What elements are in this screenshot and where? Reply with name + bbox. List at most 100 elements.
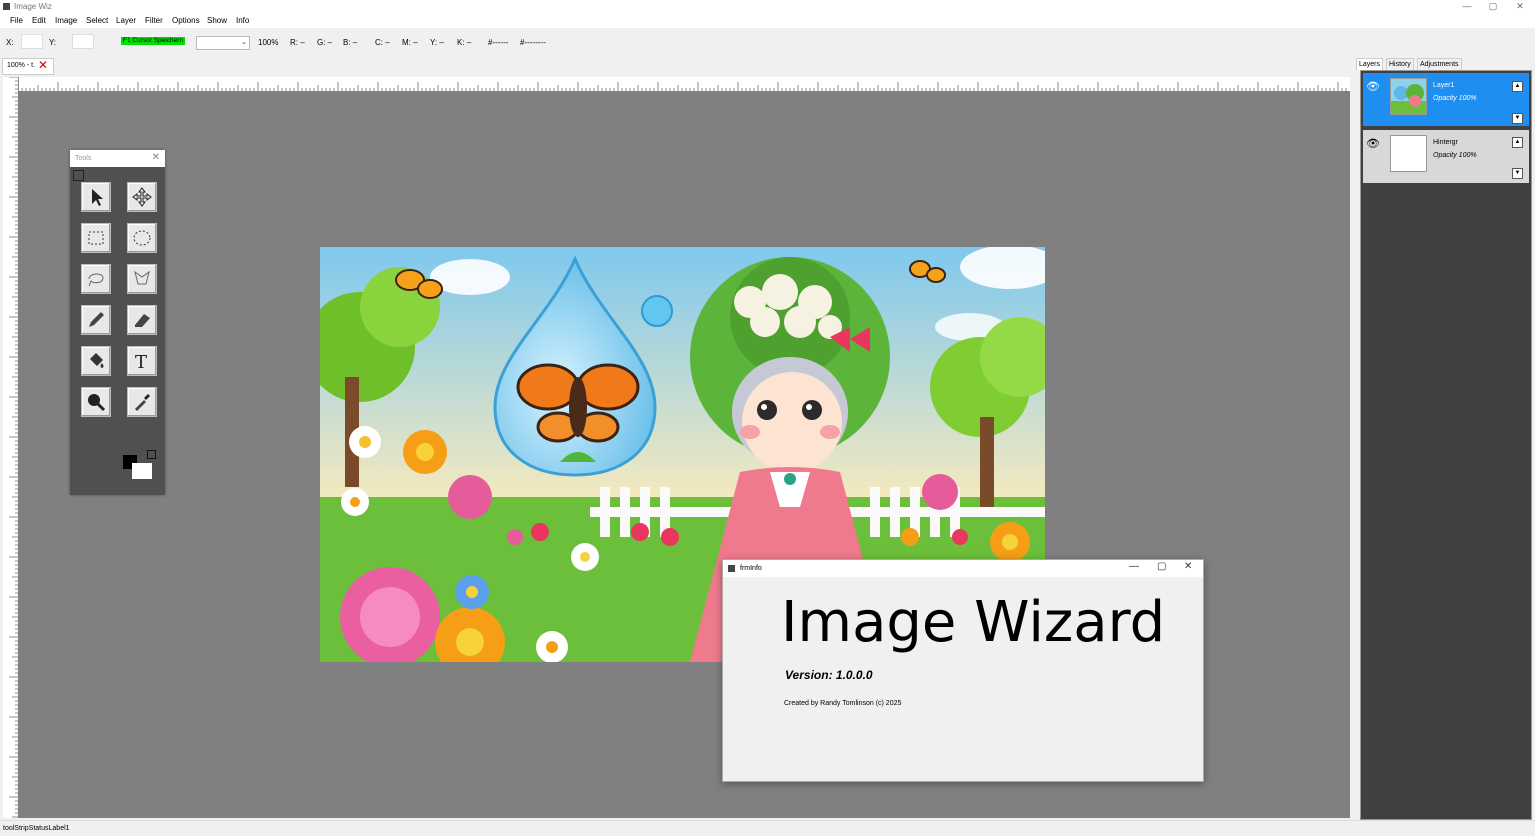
paint-bucket-icon	[90, 353, 104, 368]
menu-options[interactable]: Options	[172, 16, 200, 25]
info-dialog: frmInfo — ▢ ✕ Image Wizard Version: 1.0.…	[722, 559, 1204, 782]
tools-grip[interactable]	[73, 170, 84, 181]
layer-opacity: Opacity 100%	[1433, 95, 1477, 102]
tool-zoom[interactable]	[81, 387, 111, 417]
tools-window: Tools ✕ T	[70, 150, 165, 495]
document-tab[interactable]: 100% - t. ✕	[2, 58, 54, 75]
layer-thumbnail-image	[1391, 79, 1426, 114]
magenta-readout: M: –	[402, 38, 418, 47]
layer-name: Hintergr	[1433, 139, 1458, 146]
yellow-readout: Y: –	[430, 38, 444, 47]
tool-pointer[interactable]	[81, 182, 111, 212]
poly-lasso-icon	[134, 270, 150, 285]
close-icon[interactable]: ✕	[152, 152, 160, 163]
tool-eyedropper[interactable]	[127, 387, 157, 417]
ruler-ticks	[17, 82, 1347, 91]
dialog-title-bar[interactable]: frmInfo — ▢ ✕	[723, 560, 1203, 577]
status-label: toolStripStatusLabel1	[3, 825, 70, 832]
ruler-ticks	[9, 76, 18, 818]
swap-colors-icon[interactable]	[147, 450, 156, 459]
tools-header[interactable]: Tools ✕	[70, 150, 165, 167]
dialog-app-icon	[728, 565, 735, 572]
close-button[interactable]: ✕	[1505, 0, 1535, 13]
restore-button[interactable]: ▢	[1478, 0, 1508, 13]
eye-icon[interactable]: 👁	[1366, 137, 1380, 150]
blue-readout: B: –	[343, 38, 358, 47]
tab-history[interactable]: History	[1386, 58, 1414, 70]
y-field[interactable]	[72, 34, 94, 49]
menu-filter[interactable]: Filter	[145, 16, 163, 25]
maximize-icon[interactable]: ▢	[1157, 561, 1166, 572]
rect-select-icon	[88, 231, 104, 245]
tab-layers[interactable]: Layers	[1356, 58, 1384, 70]
menu-info[interactable]: Info	[236, 16, 249, 25]
zoom-readout: 100%	[258, 38, 279, 47]
red-readout: R: –	[290, 38, 305, 47]
svg-text:T: T	[135, 352, 147, 371]
vertical-ruler	[3, 76, 19, 818]
text-icon: T	[135, 352, 147, 371]
move-layer-up-button[interactable]: ▲	[1512, 81, 1523, 92]
green-readout: G: –	[317, 38, 333, 47]
menu-image[interactable]: Image	[55, 16, 77, 25]
black-readout: K: –	[457, 38, 472, 47]
move-layer-down-button[interactable]: ▼	[1512, 113, 1523, 124]
layer-thumbnail	[1390, 78, 1427, 115]
window-title: Image Wiz	[14, 2, 52, 11]
minimize-icon[interactable]: —	[1129, 561, 1139, 572]
menu-file[interactable]: File	[10, 16, 23, 25]
ellipse-select-icon	[133, 230, 151, 246]
dialog-title: frmInfo	[740, 565, 762, 572]
tool-ellipse-select[interactable]	[127, 223, 157, 253]
pencil-icon	[89, 312, 104, 327]
layer-name: Layer1	[1433, 82, 1455, 89]
tool-fill[interactable]	[81, 346, 111, 376]
background-color-swatch[interactable]	[132, 463, 152, 479]
tool-rect-select[interactable]	[81, 223, 111, 253]
move-layer-up-button[interactable]: ▲	[1512, 137, 1523, 148]
close-icon[interactable]: ✕	[38, 58, 48, 72]
credit-label: Created by Randy Tomlinson (c) 2025	[784, 700, 902, 707]
menu-show[interactable]: Show	[207, 16, 227, 25]
horizontal-ruler	[17, 77, 1350, 92]
layer-item-hintergr[interactable]: 👁 Hintergr Opacity 100% ▲ ▼	[1363, 130, 1529, 183]
layer-item-layer1[interactable]: 👁 Layer1 Opacity 100% ▲ ▼	[1363, 73, 1529, 126]
x-field[interactable]	[21, 34, 43, 49]
eraser-icon	[135, 314, 150, 327]
tool-move[interactable]	[127, 182, 157, 212]
tool-poly-lasso[interactable]	[127, 264, 157, 294]
document-tab-bar: 100% - t. ✕	[0, 55, 1355, 77]
title-bar: Image Wiz — ▢ ✕	[0, 0, 1535, 13]
tool-text[interactable]: T	[127, 346, 157, 376]
menu-bar: File Edit Image Select Layer Filter Opti…	[0, 13, 1535, 28]
status-bar: toolStripStatusLabel1	[0, 820, 1535, 836]
eye-icon[interactable]: 👁	[1366, 80, 1380, 93]
chevron-down-icon: ⌄	[241, 39, 247, 46]
app-name-heading: Image Wizard	[781, 590, 1166, 655]
tool-pencil[interactable]	[81, 305, 111, 335]
layers-panel: Layers History Adjustments 👁 Layer1 Opac…	[1355, 55, 1535, 820]
move-icon	[132, 187, 152, 207]
menu-edit[interactable]: Edit	[32, 16, 46, 25]
document-tab-label: 100% - t.	[7, 62, 36, 69]
pointer-icon	[92, 189, 103, 206]
menu-layer[interactable]: Layer	[116, 16, 136, 25]
hex-alpha-readout: #--------	[520, 38, 546, 47]
y-label: Y:	[49, 38, 57, 47]
toolbar: X: Y: F1 Cursor Speichern ⌄ 100% R: – G:…	[0, 28, 1535, 55]
zoom-dropdown[interactable]: ⌄	[196, 36, 250, 50]
x-label: X:	[6, 38, 14, 47]
eyedropper-icon	[135, 394, 150, 411]
cursor-save-button[interactable]: F1 Cursor Speichern	[121, 37, 185, 45]
close-icon[interactable]: ✕	[1184, 561, 1192, 572]
tools-title: Tools	[75, 155, 92, 162]
tool-lasso[interactable]	[81, 264, 111, 294]
app-icon	[3, 3, 10, 10]
tab-adjustments[interactable]: Adjustments	[1417, 58, 1462, 70]
move-layer-down-button[interactable]: ▼	[1512, 168, 1523, 179]
tool-eraser[interactable]	[127, 305, 157, 335]
menu-select[interactable]: Select	[86, 16, 108, 25]
layer-opacity: Opacity 100%	[1433, 152, 1477, 159]
magnifier-icon	[88, 394, 106, 412]
version-label: Version: 1.0.0.0	[785, 668, 873, 682]
